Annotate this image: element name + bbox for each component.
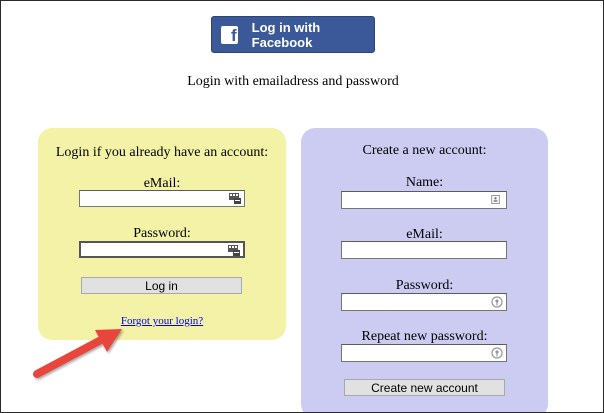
register-name-label: Name: [405,175,444,190]
register-heading: Create a new account: [362,143,487,158]
page-frame: f Log in with Facebook Login with emaila… [0,0,604,413]
login-password-input[interactable] [79,241,245,258]
register-name-input[interactable] [341,191,507,209]
login-email-input[interactable] [79,190,245,207]
password-key-icon[interactable] [491,347,503,359]
keyboard-icon[interactable] [229,193,241,204]
register-panel: Create a new account: Name: eMail: Passw… [301,128,548,412]
red-arrow-icon [33,329,122,378]
login-password-label: Password: [133,226,191,241]
login-button[interactable]: Log in [81,277,242,294]
register-repeat-password-label: Repeat new password: [361,329,488,344]
login-heading: Login if you already have an account: [55,145,269,160]
facebook-login-button[interactable]: f Log in with Facebook [211,16,375,53]
keyboard-icon[interactable] [228,245,240,256]
register-email-input[interactable] [341,241,507,259]
contact-card-icon[interactable] [491,194,500,205]
facebook-login-label: Log in with Facebook [251,19,321,50]
login-subtitle: Login with emailadress and password [187,74,399,89]
login-panel: Login if you already have an account: eM… [38,128,286,340]
facebook-logo-icon: f [221,25,238,44]
password-key-icon[interactable] [491,296,503,308]
register-password-input[interactable] [341,293,507,311]
register-password-label: Password: [395,278,454,293]
register-repeat-password-input[interactable] [341,344,507,362]
create-account-button[interactable]: Create new account [344,379,505,396]
